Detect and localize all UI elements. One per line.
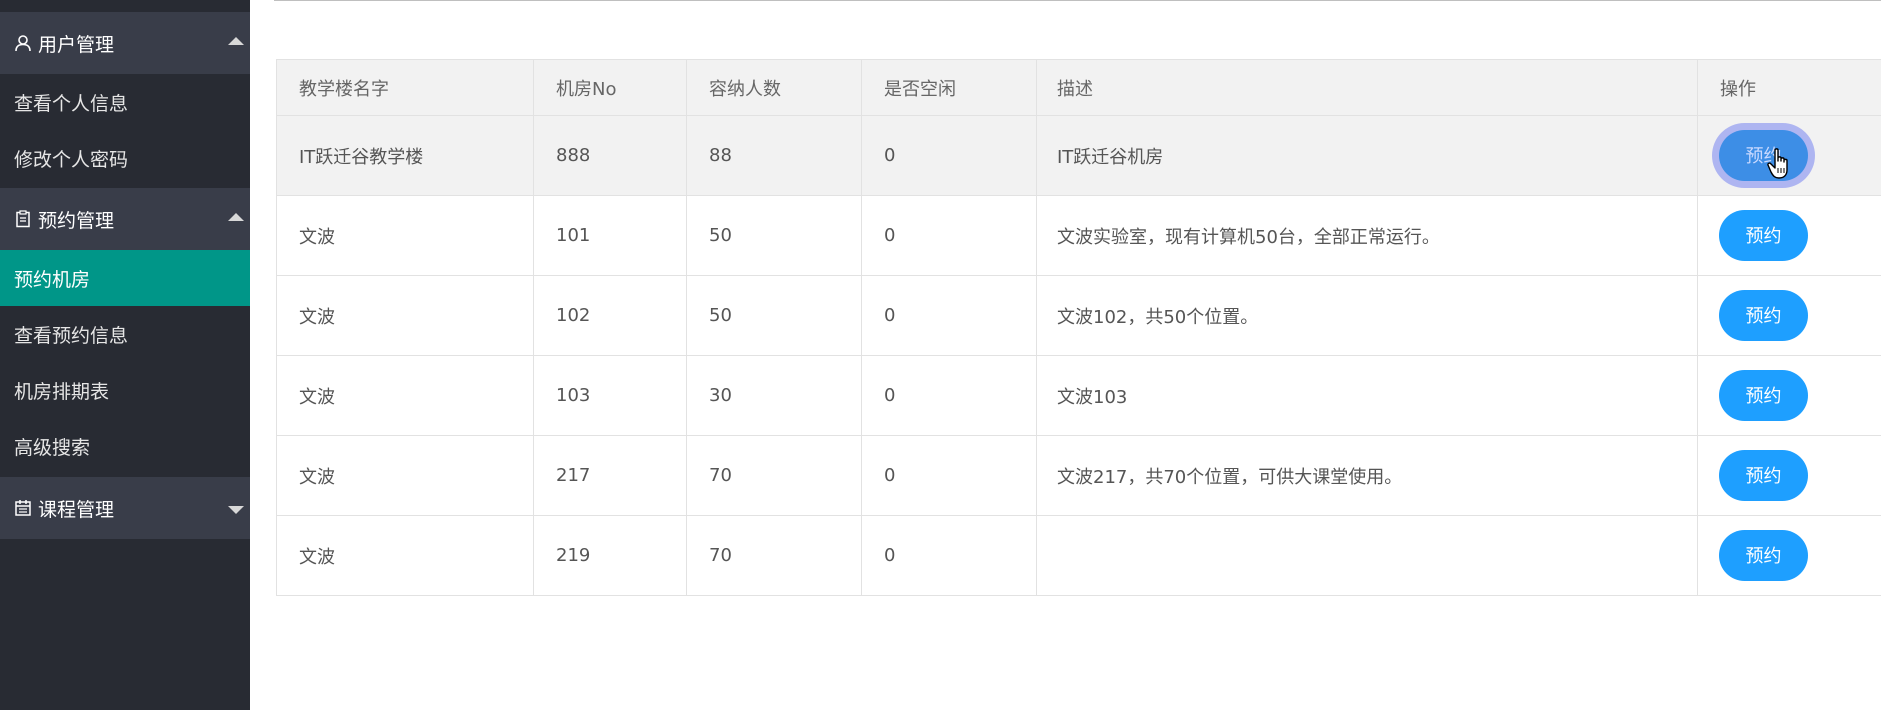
nav-group-label: 预约管理	[38, 209, 115, 232]
book-button[interactable]: 预约	[1719, 450, 1808, 501]
cell-capacity: 50	[686, 275, 862, 356]
cell-room-no: 101	[533, 195, 687, 276]
column-header-building: 教学楼名字	[276, 59, 534, 116]
cell-capacity: 70	[686, 435, 862, 516]
cell-free: 0	[861, 115, 1037, 196]
book-button-label: 预约	[1745, 146, 1782, 167]
chevron-down-icon	[228, 506, 244, 514]
table-row: 文波 102 50 0 文波102，共50个位置。 预约	[276, 275, 1881, 356]
sidebar-item-label: 高级搜索	[14, 436, 91, 459]
cell-room-no: 888	[533, 115, 687, 196]
book-button[interactable]: 预约	[1719, 370, 1808, 421]
table-row: 文波 103 30 0 文波103 预约	[276, 355, 1881, 436]
cell-capacity: 50	[686, 195, 862, 276]
cell-room-no: 102	[533, 275, 687, 356]
cell-action: 预约	[1697, 435, 1881, 516]
cell-description: IT跃迁谷机房	[1036, 115, 1698, 196]
cell-action: 预约	[1697, 355, 1881, 436]
column-header-free: 是否空闲	[861, 59, 1037, 116]
cell-description: 文波实验室，现有计算机50台，全部正常运行。	[1036, 195, 1698, 276]
cell-building: 文波	[276, 435, 534, 516]
sidebar-item-label: 修改个人密码	[14, 148, 129, 171]
cell-description	[1036, 515, 1698, 596]
cell-room-no: 103	[533, 355, 687, 436]
cell-description: 文波102，共50个位置。	[1036, 275, 1698, 356]
column-header-room-no: 机房No	[533, 59, 687, 116]
cell-capacity: 88	[686, 115, 862, 196]
cell-action: 预约	[1697, 275, 1881, 356]
sidebar-item-label: 预约机房	[14, 268, 91, 291]
cell-description: 文波103	[1036, 355, 1698, 436]
cell-free: 0	[861, 515, 1037, 596]
cell-capacity: 70	[686, 515, 862, 596]
chevron-up-icon	[228, 37, 244, 45]
sidebar-item-book-room[interactable]: 预约机房	[0, 250, 250, 306]
cell-building: 文波	[276, 355, 534, 436]
sidebar-item-view-profile[interactable]: 查看个人信息	[0, 74, 250, 130]
nav-group-course-management[interactable]: 课程管理	[0, 477, 250, 539]
nav-group-booking-management[interactable]: 预约管理	[0, 188, 250, 250]
book-button[interactable]: 预约	[1719, 210, 1808, 261]
cell-action: 预约	[1697, 195, 1881, 276]
table-row: 文波 101 50 0 文波实验室，现有计算机50台，全部正常运行。 预约	[276, 195, 1881, 276]
cell-building: IT跃迁谷教学楼	[276, 115, 534, 196]
divider	[274, 0, 1881, 1]
room-table: 教学楼名字 机房No 容纳人数 是否空闲 描述 操作 IT跃迁谷教学楼 888 …	[276, 59, 1881, 596]
nav-group-label: 用户管理	[38, 33, 115, 56]
sidebar-item-label: 机房排期表	[14, 380, 110, 403]
cell-action: 预约	[1697, 115, 1881, 196]
chevron-up-icon	[228, 213, 244, 221]
cell-description: 文波217，共70个位置，可供大课堂使用。	[1036, 435, 1698, 516]
sidebar-item-advanced-search[interactable]: 高级搜索	[0, 418, 250, 474]
cell-room-no: 219	[533, 515, 687, 596]
cell-action: 预约	[1697, 515, 1881, 596]
cell-free: 0	[861, 275, 1037, 356]
column-header-action: 操作	[1697, 59, 1881, 116]
sidebar-item-view-bookings[interactable]: 查看预约信息	[0, 306, 250, 362]
cell-room-no: 217	[533, 435, 687, 516]
cell-building: 文波	[276, 275, 534, 356]
sidebar-item-label: 查看个人信息	[14, 92, 129, 115]
main-content: 教学楼名字 机房No 容纳人数 是否空闲 描述 操作 IT跃迁谷教学楼 888 …	[250, 0, 1881, 710]
column-header-description: 描述	[1036, 59, 1698, 116]
sidebar: 用户管理 查看个人信息 修改个人密码 预约管理 预约机房 查看预约信息 机房排期…	[0, 0, 250, 710]
calendar-icon	[14, 499, 32, 517]
table-row: 文波 219 70 0 预约	[276, 515, 1881, 596]
cell-capacity: 30	[686, 355, 862, 436]
book-button[interactable]: 预约	[1719, 530, 1808, 581]
sidebar-item-label: 查看预约信息	[14, 324, 129, 347]
user-icon	[14, 34, 32, 52]
clipboard-icon	[14, 210, 32, 228]
cell-building: 文波	[276, 515, 534, 596]
cell-free: 0	[861, 355, 1037, 436]
book-button[interactable]: 预约	[1719, 130, 1808, 181]
table-row: IT跃迁谷教学楼 888 88 0 IT跃迁谷机房 预约	[276, 115, 1881, 196]
cell-free: 0	[861, 435, 1037, 516]
cell-free: 0	[861, 195, 1037, 276]
sidebar-item-change-password[interactable]: 修改个人密码	[0, 130, 250, 186]
column-header-capacity: 容纳人数	[686, 59, 862, 116]
cell-building: 文波	[276, 195, 534, 276]
table-header-row: 教学楼名字 机房No 容纳人数 是否空闲 描述 操作	[276, 59, 1881, 116]
book-button[interactable]: 预约	[1719, 290, 1808, 341]
nav-group-user-management[interactable]: 用户管理	[0, 12, 250, 74]
app-root: 用户管理 查看个人信息 修改个人密码 预约管理 预约机房 查看预约信息 机房排期…	[0, 0, 1881, 710]
table-row: 文波 217 70 0 文波217，共70个位置，可供大课堂使用。 预约	[276, 435, 1881, 516]
nav-group-label: 课程管理	[38, 498, 115, 521]
sidebar-item-room-schedule[interactable]: 机房排期表	[0, 362, 250, 418]
